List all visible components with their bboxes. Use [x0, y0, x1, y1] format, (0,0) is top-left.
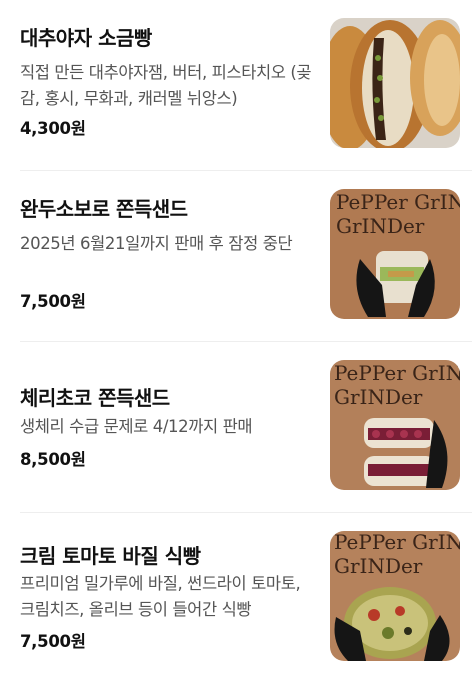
menu-item-cherry-sandwich[interactable]: 체리초코 쫀득샌드 생체리 수급 문제로 4/12까지 판매 8,500원 Pe… [0, 342, 472, 514]
menu-item-name: 크림 토마토 바질 식빵 [20, 544, 201, 568]
svg-text:GrINDer: GrINDer [334, 385, 423, 409]
menu-item-description: 직접 만든 대추야자잼, 버터, 피스타치오 (곶감, 홍시, 무화과, 캐러멜… [20, 63, 312, 108]
menu-item-price: 7,500원 [20, 292, 86, 311]
menu-list: 대추야자 소금빵 직접 만든 대추야자잼, 버터, 피스타치오 (곶감, 홍시,… [0, 0, 472, 672]
sign-text: PePPer GrINDer [336, 190, 460, 214]
menu-item-name: 완두소보로 쫀득샌드 [20, 197, 188, 221]
cherry-sandwich-photo[interactable]: PePPer GrINDer GrINDer [330, 360, 460, 490]
menu-item-name: 대추야자 소금빵 [20, 26, 152, 50]
menu-item-price: 8,500원 [20, 450, 86, 469]
menu-item-price: 4,300원 [20, 119, 86, 138]
menu-item-price: 7,500원 [20, 632, 86, 651]
sign-text: PePPer GrINDer [334, 531, 460, 554]
menu-item-description: 생체리 수급 문제로 4/12까지 판매 [20, 417, 253, 436]
tomato-basil-bread-photo[interactable]: PePPer GrINDer GrINDer [330, 531, 460, 661]
sign-text: PePPer GrINDer [334, 361, 460, 385]
svg-text:GrINDer: GrINDer [336, 214, 425, 238]
menu-item-pea-sandwich[interactable]: 완두소보로 쫀득샌드 2025년 6월21일까지 판매 후 잠정 중단 7,50… [0, 171, 472, 343]
salt-bread-photo[interactable] [330, 18, 460, 148]
menu-item-tomato-basil-bread[interactable]: 크림 토마토 바질 식빵 프리미엄 밀가루에 바질, 썬드라이 토마토, 크림치… [0, 513, 472, 685]
menu-item-salt-bread[interactable]: 대추야자 소금빵 직접 만든 대추야자잼, 버터, 피스타치오 (곶감, 홍시,… [0, 0, 472, 172]
menu-item-name: 체리초코 쫀득샌드 [20, 386, 170, 410]
pea-sandwich-photo[interactable]: PePPer GrINDer GrINDer [330, 189, 460, 319]
menu-item-description: 2025년 6월21일까지 판매 후 잠정 중단 [20, 234, 293, 253]
menu-item-description: 프리미엄 밀가루에 바질, 썬드라이 토마토, 크림치즈, 올리브 등이 들어간… [20, 574, 301, 619]
svg-text:GrINDer: GrINDer [334, 554, 423, 578]
